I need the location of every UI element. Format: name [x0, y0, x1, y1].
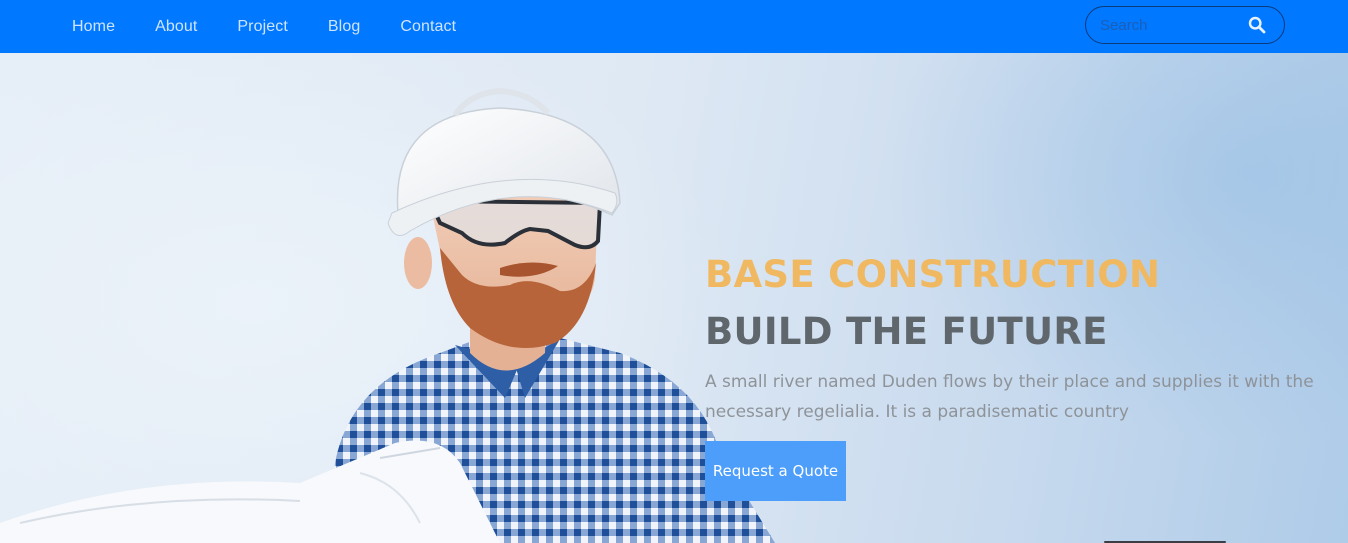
- nav-link-home[interactable]: Home: [52, 18, 135, 36]
- search-box: [1085, 6, 1285, 44]
- hero-section: BASE CONSTRUCTION BUILD THE FUTURE A sma…: [0, 53, 1348, 543]
- nav-link-contact[interactable]: Contact: [380, 18, 476, 36]
- hero-description: A small river named Duden flows by their…: [705, 372, 1314, 422]
- nav-link-project[interactable]: Project: [217, 18, 308, 36]
- request-quote-button[interactable]: Request a Quote: [705, 441, 846, 501]
- nav-links: Home About Project Blog Contact: [52, 0, 476, 53]
- search-icon[interactable]: [1248, 16, 1266, 34]
- hero-title: BASE CONSTRUCTION: [705, 253, 1161, 296]
- nav-link-about[interactable]: About: [135, 18, 217, 36]
- nav-link-blog[interactable]: Blog: [308, 18, 380, 36]
- hero-subtitle: BUILD THE FUTURE: [705, 310, 1108, 353]
- construction-worker-image: [0, 87, 775, 543]
- navbar: Home About Project Blog Contact: [0, 0, 1348, 53]
- search-input[interactable]: [1098, 15, 1242, 35]
